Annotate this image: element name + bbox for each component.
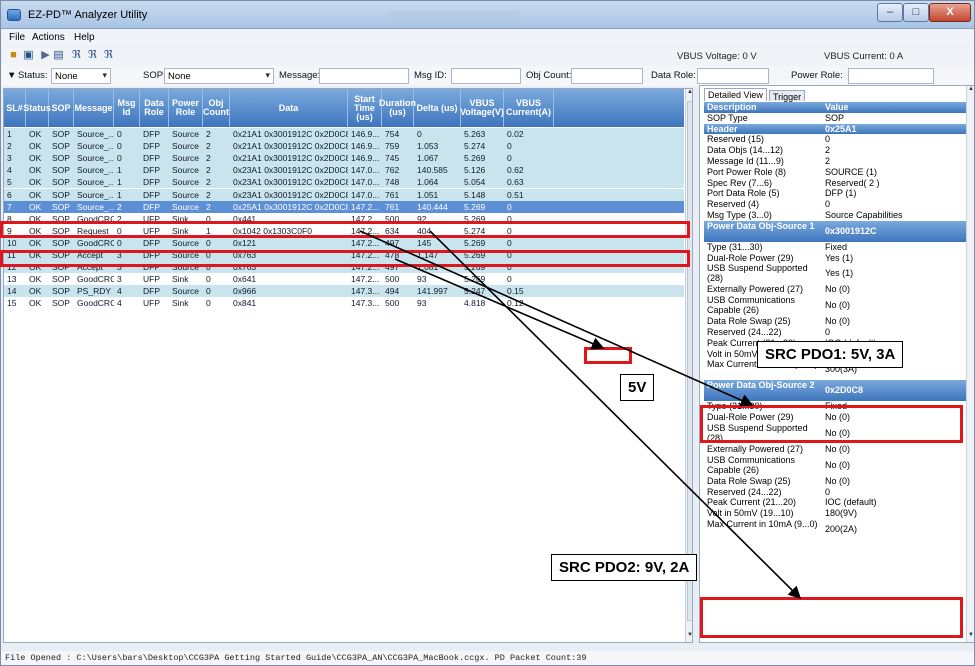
arrow-to-pdo2-voltage: [429, 230, 802, 600]
arrow-to-measured-voltage: [394, 258, 605, 350]
pdo1-callout: SRC PDO1: 5V, 3A: [757, 341, 904, 368]
five-volt-callout: 5V: [620, 374, 655, 401]
arrow-to-pdo1-voltage: [359, 230, 754, 407]
annotation-arrows: [359, 230, 802, 600]
pdo2-callout: SRC PDO2: 9V, 2A: [551, 554, 698, 581]
